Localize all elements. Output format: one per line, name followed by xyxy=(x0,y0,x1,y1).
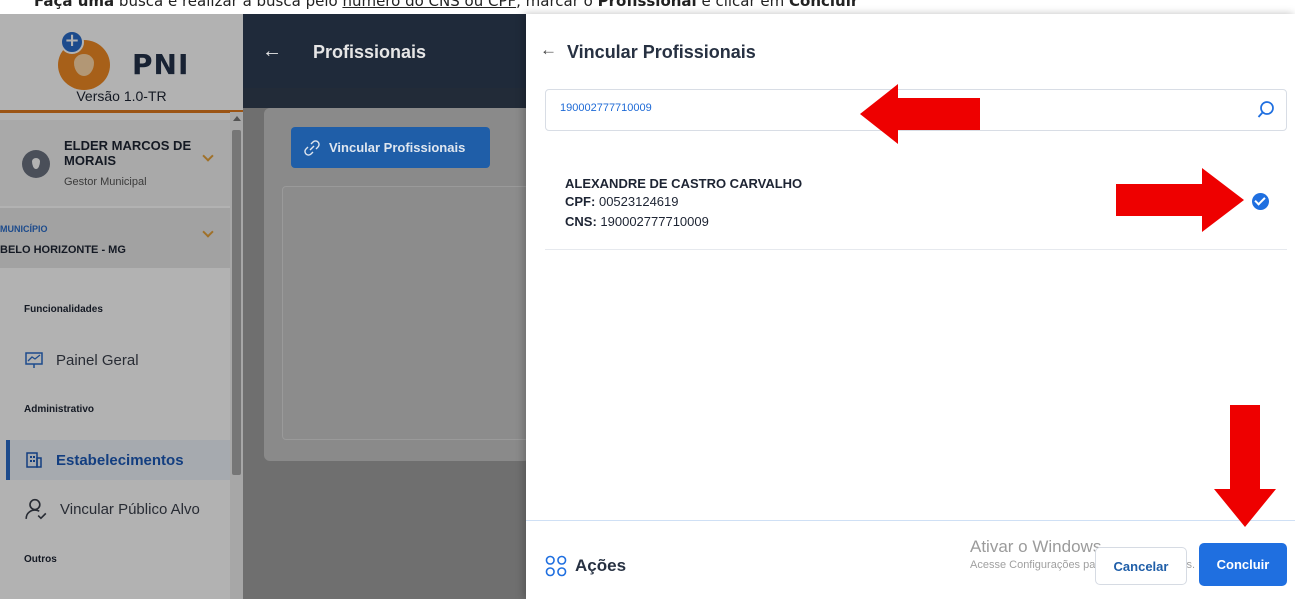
instruction-bold-1: Faça uma xyxy=(34,0,115,10)
chevron-down-icon[interactable] xyxy=(202,226,214,238)
professional-name: ALEXANDRE DE CASTRO CARVALHO xyxy=(565,176,803,191)
screenshot: Faça uma busca e realizar a busca pelo n… xyxy=(0,0,1295,599)
section-title-administrativo: Administrativo xyxy=(24,404,95,415)
instruction-bold-2: Profissional xyxy=(597,0,697,10)
actions-section: Ações xyxy=(545,555,626,577)
footer-divider xyxy=(526,520,1295,521)
chevron-down-icon[interactable] xyxy=(202,150,214,162)
grid-apps-icon xyxy=(545,555,567,577)
professional-cns: CNS: 190002777710009 xyxy=(565,214,709,229)
page-title: Profissionais xyxy=(313,42,427,62)
vincular-button-label: Vincular Profissionais xyxy=(329,140,466,155)
panel-title: Vincular Profissionais xyxy=(567,42,756,62)
sidebar-item-vincular-publico-alvo[interactable]: Vincular Público Alvo xyxy=(24,497,200,521)
back-arrow-icon[interactable]: ← xyxy=(262,40,282,63)
plus-badge-icon: + xyxy=(60,30,84,54)
instruction-part-2: , marcar o xyxy=(516,0,598,10)
sidebar-item-estabelecimentos[interactable]: Estabelecimentos xyxy=(6,440,230,480)
annotation-arrow-down-icon xyxy=(1214,405,1276,527)
building-icon xyxy=(26,452,42,468)
annotation-arrow-left-icon xyxy=(860,84,980,144)
vincular-profissionais-button[interactable]: Vincular Profissionais xyxy=(291,127,490,168)
avatar xyxy=(22,150,50,178)
cpf-label: CPF: xyxy=(565,194,596,209)
user-role: Gestor Municipal xyxy=(64,176,147,188)
sidebar-item-label: Vincular Público Alvo xyxy=(60,500,200,518)
municipio-value: BELO HORIZONTE - MG xyxy=(0,244,126,256)
municipio-selector[interactable]: MUNICÍPIO BELO HORIZONTE - MG xyxy=(0,208,230,268)
user-name: ELDER MARCOS DE MORAIS xyxy=(64,138,192,168)
actions-label: Ações xyxy=(575,556,627,575)
content-list-area xyxy=(282,186,530,440)
scroll-up-arrow-icon[interactable] xyxy=(233,116,241,121)
logo-text: PNI xyxy=(132,48,190,81)
presentation-board-icon xyxy=(25,352,43,368)
instruction-part-3: e clicar em xyxy=(696,0,790,10)
select-checkbox[interactable] xyxy=(1252,193,1269,210)
header-extension xyxy=(243,88,530,108)
annotation-arrow-right-icon xyxy=(1116,168,1244,232)
instruction-text: Faça uma busca e realizar a busca pelo n… xyxy=(0,0,1295,14)
cancel-button[interactable]: Cancelar xyxy=(1095,547,1187,585)
user-check-icon xyxy=(25,498,47,520)
instruction-bold-3: Concluir xyxy=(789,0,859,10)
instruction-underlined: número do CNS ou CPF xyxy=(342,0,517,10)
sidebar-item-painel-geral[interactable]: Painel Geral xyxy=(24,350,139,370)
concluir-button[interactable]: Concluir xyxy=(1199,543,1287,586)
section-title-outros: Outros xyxy=(24,554,57,565)
sidebar-item-label: Painel Geral xyxy=(56,351,139,369)
windows-watermark-title: Ativar o Windows xyxy=(970,537,1102,556)
search-icon[interactable] xyxy=(1256,100,1276,120)
sidebar-item-label: Estabelecimentos xyxy=(56,451,184,469)
section-title-funcionalidades: Funcionalidades xyxy=(24,304,103,315)
back-arrow-icon[interactable]: ← xyxy=(540,40,557,60)
divider xyxy=(0,110,243,113)
municipio-label: MUNICÍPIO xyxy=(0,224,48,234)
cns-value: 190002777710009 xyxy=(600,214,709,229)
scrollbar-thumb[interactable] xyxy=(232,130,241,475)
app-version: Versão 1.0-TR xyxy=(76,88,167,104)
instruction-part-1: busca e realizar a busca pelo xyxy=(114,0,343,10)
cns-label: CNS: xyxy=(565,214,597,229)
professional-cpf: CPF: 00523124619 xyxy=(565,194,679,209)
user-card[interactable]: ELDER MARCOS DE MORAIS Gestor Municipal xyxy=(0,120,230,206)
cpf-value: 00523124619 xyxy=(598,194,679,209)
link-icon xyxy=(304,139,320,156)
